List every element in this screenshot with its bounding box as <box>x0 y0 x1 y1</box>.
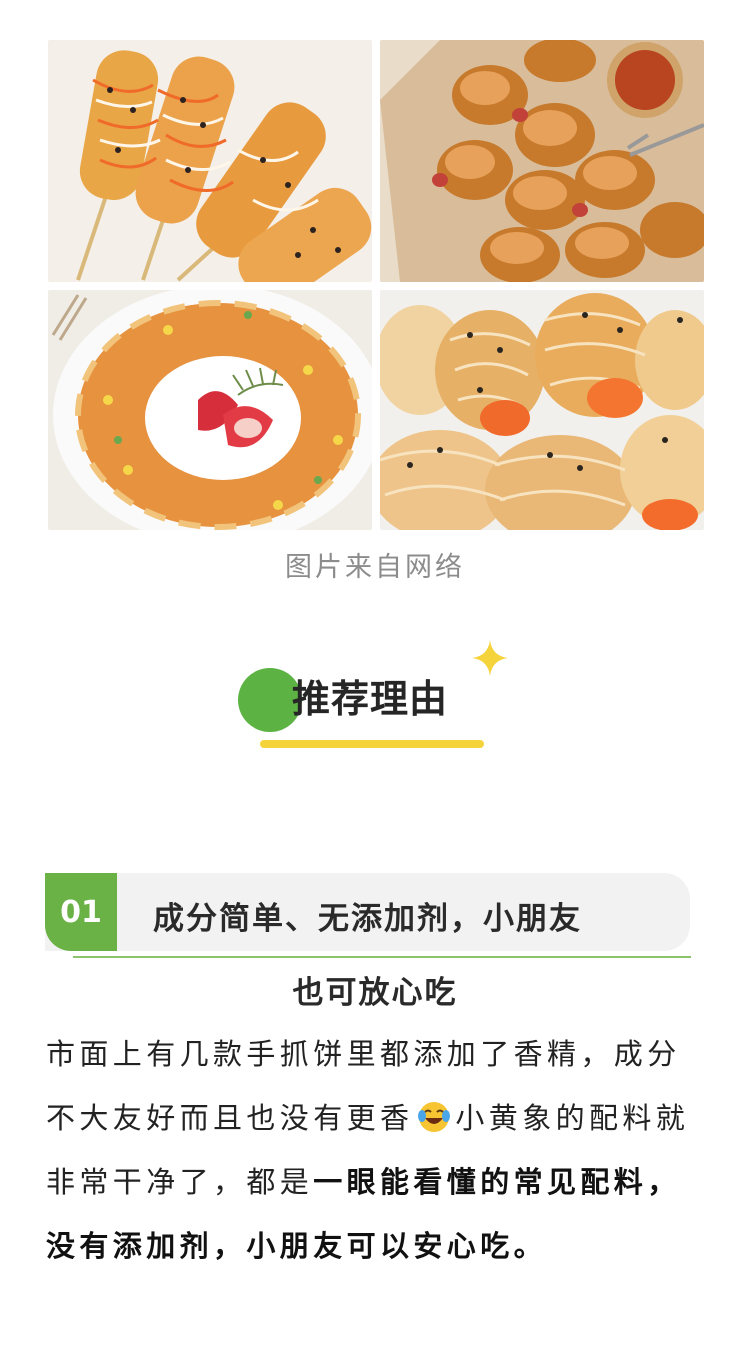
reason-body-paragraph: 市面上有几款手抓饼里都添加了香精，成分不大友好而且也没有更香 小黄象的配料就非常… <box>46 1022 708 1278</box>
section-title: 推荐理由 <box>292 677 449 721</box>
photo-skewer-rolls[interactable] <box>48 40 372 282</box>
reason-title-line1: 成分简单、无添加剂，小朋友 <box>153 901 582 937</box>
reason-number: 01 <box>60 894 102 930</box>
reason-title-line2: 也可放心吃 <box>292 975 458 1011</box>
skewer-rolls-image <box>48 40 372 282</box>
photo-pastry-wreath[interactable] <box>48 290 372 530</box>
photo-flaky-rolls[interactable] <box>380 290 704 530</box>
flaky-rolls-image <box>380 290 704 530</box>
reason-number-badge: 01 <box>45 873 117 951</box>
sparkle-icon <box>472 640 508 676</box>
laughing-tears-emoji-icon <box>418 1102 451 1132</box>
reason-card-underline <box>73 956 691 958</box>
photo-mini-rolls[interactable] <box>380 40 704 282</box>
food-photo-grid <box>48 40 704 530</box>
reason-card-01: 01 成分简单、无添加剂，小朋友 <box>45 873 695 953</box>
image-caption: 图片来自网络 <box>285 552 465 583</box>
section-header: 推荐理由 <box>0 630 750 760</box>
mini-rolls-image <box>380 40 704 282</box>
title-underline <box>260 740 484 748</box>
pastry-wreath-image <box>48 290 372 530</box>
